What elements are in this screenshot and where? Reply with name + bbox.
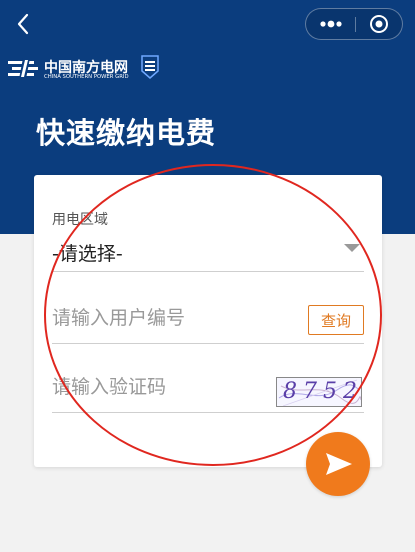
area-label: 用电区域 xyxy=(52,212,108,228)
back-button[interactable] xyxy=(14,10,36,38)
mini-program-capsule xyxy=(305,8,403,40)
dropdown-arrow-icon xyxy=(344,244,360,252)
power-grid-logo-icon xyxy=(8,58,38,79)
captcha-text: 8752 xyxy=(283,379,362,404)
captcha-row: 8752 xyxy=(52,372,364,413)
area-select[interactable]: -请选择- xyxy=(52,233,364,272)
area-select-value: -请选择- xyxy=(52,243,123,265)
submit-button[interactable] xyxy=(306,432,370,496)
page-title: 快速缴纳电费 xyxy=(36,116,217,150)
chevron-left-icon xyxy=(17,13,29,35)
captcha-input[interactable] xyxy=(52,376,262,398)
send-arrow-icon xyxy=(326,453,352,475)
payment-form-card: 用电区域 -请选择- 查询 8752 xyxy=(34,175,382,467)
user-number-input[interactable] xyxy=(52,307,292,329)
more-dots-icon xyxy=(320,20,342,28)
brand-badge-icon xyxy=(141,55,159,79)
brand-name-en: CHINA SOUTHERN POWER GRID xyxy=(44,74,129,80)
more-button[interactable] xyxy=(306,9,355,39)
user-number-row: 查询 xyxy=(52,303,364,344)
query-button[interactable]: 查询 xyxy=(308,305,364,335)
target-close-icon xyxy=(370,15,388,33)
close-button[interactable] xyxy=(356,9,403,39)
captcha-image[interactable]: 8752 xyxy=(276,377,362,407)
